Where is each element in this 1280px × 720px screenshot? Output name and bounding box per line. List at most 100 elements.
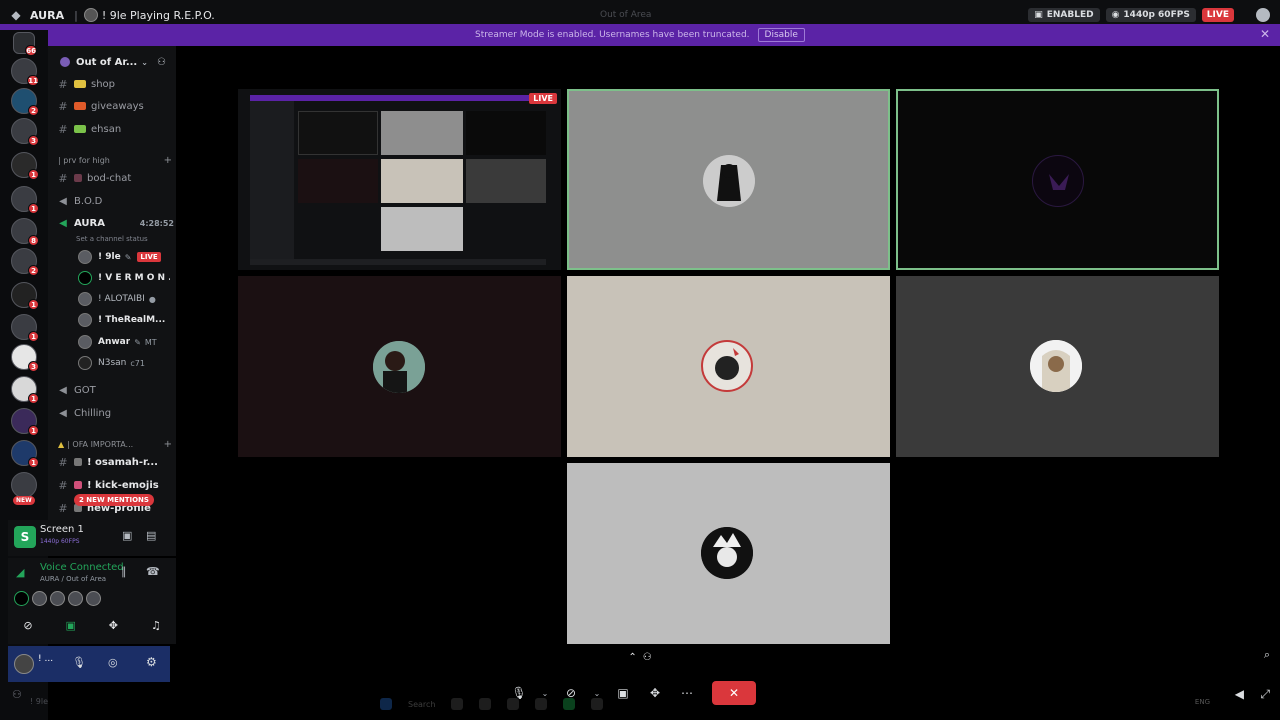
- taskbar-search[interactable]: Search: [408, 700, 435, 709]
- ninja-avatar-icon: [703, 155, 755, 207]
- server-icon[interactable]: 1: [11, 186, 39, 214]
- voice-channel-path[interactable]: AURA / Out of Area: [40, 575, 106, 583]
- zoom-icon[interactable]: ⌕: [1264, 648, 1270, 662]
- home-button[interactable]: 66: [13, 32, 37, 56]
- taskbar-app-icon[interactable]: [591, 698, 604, 710]
- voice-user[interactable]: ! V E R M O N ...: [78, 269, 170, 287]
- server-icon[interactable]: 3: [11, 344, 39, 372]
- server-icon[interactable]: 8: [11, 218, 39, 246]
- server-icon[interactable]: 1: [11, 376, 39, 404]
- taskbar-app-icon[interactable]: [535, 698, 548, 710]
- avatar[interactable]: [14, 591, 29, 606]
- spotify-icon[interactable]: [563, 698, 576, 710]
- category-ofa-important[interactable]: ▲ | OFA IMPORTA... +: [58, 439, 172, 450]
- voice-channel-got[interactable]: ◀ GOT: [56, 381, 174, 399]
- close-icon[interactable]: ✕: [1260, 27, 1270, 41]
- add-channel-icon[interactable]: +: [164, 439, 172, 450]
- stop-stream-icon[interactable]: ▣: [122, 529, 132, 542]
- stream-quality-badge[interactable]: ◉ 1440p 60FPS: [1105, 8, 1196, 22]
- camera-off-icon[interactable]: ⊘: [14, 616, 42, 636]
- voice-user[interactable]: ! ALOTAIBI ●: [78, 290, 170, 308]
- channel-status-prompt[interactable]: Set a channel status: [76, 235, 148, 243]
- participant-tile[interactable]: [567, 463, 890, 644]
- server-icon[interactable]: 1: [11, 314, 39, 342]
- voice-user[interactable]: N3san c71: [78, 354, 170, 372]
- disconnect-icon[interactable]: ☎: [146, 565, 160, 578]
- shield-icon: ▣: [1034, 10, 1043, 20]
- channel-bod-chat[interactable]: # bod-chat: [56, 169, 174, 187]
- voice-channel-aura[interactable]: ◀ AURA 4:28:52: [56, 214, 174, 232]
- avatar[interactable]: [32, 591, 47, 606]
- taskbar-app-icon[interactable]: [451, 698, 464, 710]
- invite-people-icon[interactable]: ⚇: [157, 57, 166, 68]
- new-mentions-pill[interactable]: 2 NEW MENTIONS: [74, 494, 154, 506]
- chevron-up-icon[interactable]: ⌃: [628, 652, 636, 663]
- microphone-icon[interactable]: 🎙: [72, 656, 86, 669]
- soundboard-icon[interactable]: ♫: [142, 616, 170, 636]
- avatar: [1032, 155, 1084, 207]
- participants-toggle[interactable]: ⌃ ⚇: [620, 648, 660, 666]
- channel-kick-emojis[interactable]: # ! kick-emojis: [56, 476, 174, 494]
- voice-status-title[interactable]: Voice Connected: [40, 562, 124, 573]
- channel-name: Chilling: [74, 407, 112, 419]
- server-badge: 1: [28, 299, 39, 310]
- server-badge: 2: [28, 105, 39, 116]
- channel-osamah[interactable]: # ! osamah-r...: [56, 453, 174, 471]
- category-prv-for-high[interactable]: | prv for high +: [58, 155, 172, 166]
- activities-icon[interactable]: ✥: [99, 616, 127, 636]
- speaker-icon: ◀: [59, 195, 67, 207]
- language-indicator[interactable]: ENG: [1195, 698, 1210, 706]
- taskbar-app-icon[interactable]: [479, 698, 492, 710]
- server-icon[interactable]: 1: [11, 152, 39, 180]
- channel-shop[interactable]: # shop: [56, 75, 174, 93]
- voice-channel-bod[interactable]: ◀ B.O.D: [56, 192, 174, 210]
- hash-icon: #: [58, 122, 68, 136]
- signal-icon[interactable]: ◢: [16, 566, 24, 579]
- participant-tile[interactable]: [896, 276, 1219, 457]
- participant-tile[interactable]: [238, 276, 561, 457]
- headphones-icon[interactable]: ◎: [108, 656, 118, 669]
- voice-channel-chilling[interactable]: ◀ Chilling: [56, 404, 174, 422]
- participant-tile[interactable]: [567, 276, 890, 457]
- server-icon[interactable]: 11: [11, 58, 39, 86]
- server-icon[interactable]: 1: [11, 440, 39, 468]
- server-icon[interactable]: 1: [11, 408, 39, 436]
- inbox-icon[interactable]: [1256, 8, 1270, 22]
- participant-tile-speaking[interactable]: [896, 89, 1219, 270]
- taskbar-app-icon[interactable]: [507, 698, 520, 710]
- screen-share-tile[interactable]: LIVE: [238, 89, 561, 270]
- windows-start-icon[interactable]: [380, 698, 392, 710]
- screen-share-button[interactable]: ▣: [57, 616, 85, 636]
- elder-portrait-avatar-icon: [1030, 340, 1082, 392]
- add-channel-icon[interactable]: +: [164, 155, 172, 166]
- avatar[interactable]: [50, 591, 65, 606]
- fullscreen-icon[interactable]: ⤢: [1260, 687, 1270, 702]
- channel-ehsan[interactable]: # ehsan: [56, 120, 174, 138]
- gear-icon[interactable]: ⚙: [146, 655, 157, 669]
- new-servers-pill[interactable]: NEW: [13, 496, 35, 505]
- avatar[interactable]: [68, 591, 83, 606]
- streamer-mode-badge[interactable]: ▣ ENABLED: [1028, 8, 1100, 22]
- voice-user[interactable]: ! TheRealM...: [78, 311, 170, 329]
- server-icon[interactable]: 3: [11, 118, 39, 146]
- guild-header[interactable]: Out of Ar... ⌄ ⚇: [48, 52, 176, 72]
- voice-user[interactable]: ! 9le ✎ LIVE: [78, 248, 170, 266]
- server-icon[interactable]: 2: [11, 88, 39, 116]
- channel-giveaways[interactable]: # giveaways: [56, 97, 174, 115]
- user-settings-icon[interactable]: ⚇: [12, 688, 22, 701]
- stream-settings-icon[interactable]: ▤: [146, 529, 156, 542]
- voice-user[interactable]: Anwar ✎ MT: [78, 333, 170, 351]
- noise-suppression-icon[interactable]: ∥: [121, 565, 127, 578]
- avatar: [703, 155, 755, 207]
- server-icon[interactable]: 1: [11, 282, 39, 310]
- avatar[interactable]: [86, 591, 101, 606]
- disable-streamer-mode-button[interactable]: Disable: [757, 28, 805, 42]
- avatar[interactable]: [14, 654, 34, 674]
- avatar: [701, 340, 753, 392]
- server-icon[interactable]: 2: [11, 248, 39, 276]
- server-icon[interactable]: [11, 472, 37, 498]
- volume-icon[interactable]: ◀: [1235, 687, 1244, 701]
- username[interactable]: ! ...: [38, 654, 53, 664]
- participants-icon[interactable]: ⚇: [643, 652, 652, 663]
- participant-tile[interactable]: [567, 89, 890, 270]
